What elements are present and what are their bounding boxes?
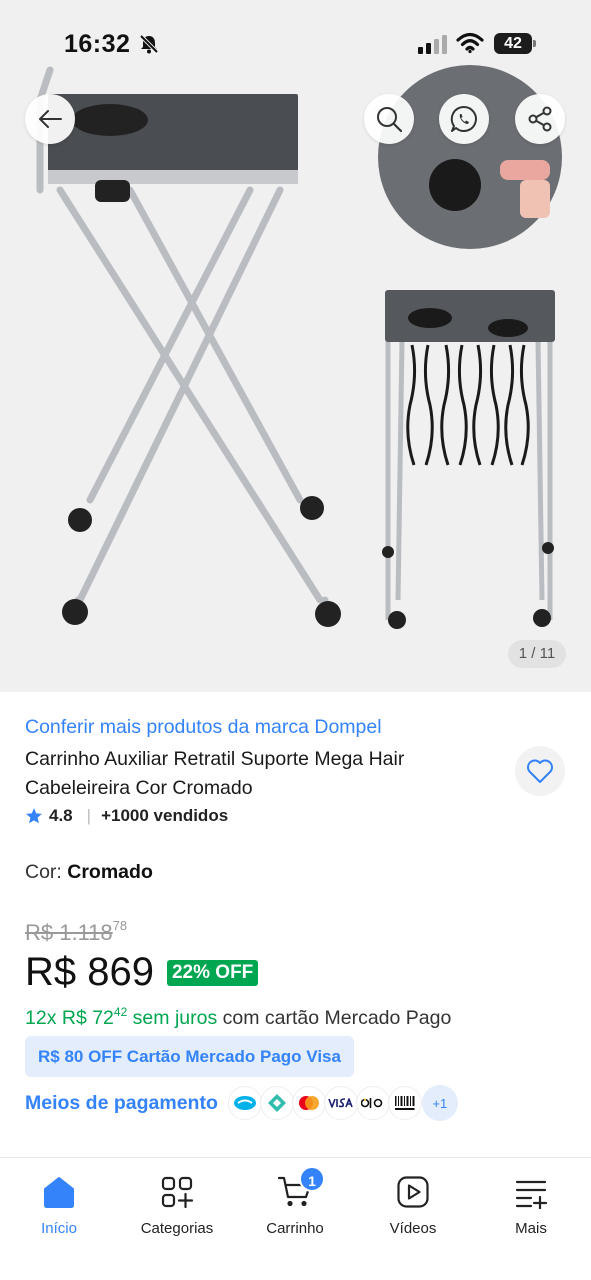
bell-muted-icon: [139, 34, 159, 54]
rating-row[interactable]: 4.8 | +1000 vendidos: [25, 806, 228, 826]
payment-methods-row[interactable]: Meios de pagamento +1: [25, 1084, 458, 1122]
installments-card: com cartão Mercado Pago: [217, 1007, 452, 1029]
card-promo-badge[interactable]: R$ 80 OFF Cartão Mercado Pago Visa: [25, 1036, 354, 1077]
menu-plus-icon: [515, 1180, 548, 1209]
installments-info: 12x R$ 7242 sem juros com cartão Mercado…: [25, 1005, 451, 1030]
share-button[interactable]: [515, 94, 565, 144]
color-value: Cromado: [67, 861, 153, 883]
boleto-icon: [387, 1086, 422, 1120]
mastercard-icon: [291, 1086, 326, 1120]
rating-value: 4.8: [49, 806, 73, 825]
nav-cart[interactable]: 1 Carrinho: [240, 1166, 350, 1237]
nav-videos[interactable]: Vídeos: [358, 1172, 468, 1237]
color-label: Cor:: [25, 861, 68, 883]
old-price: R$ 1.11878: [25, 918, 127, 946]
old-price-amount: R$ 1.118: [25, 920, 113, 945]
more-payment-methods-badge[interactable]: +1: [421, 1085, 458, 1121]
product-image: [36, 65, 562, 629]
brand-link[interactable]: Conferir mais produtos da marca Dompel: [25, 716, 382, 739]
visa-icon: [323, 1086, 358, 1120]
pix-icon: [259, 1086, 294, 1120]
elo-icon: [355, 1086, 390, 1120]
whatsapp-icon: [450, 105, 477, 132]
back-button[interactable]: [25, 94, 75, 144]
nav-cart-label: Carrinho: [266, 1220, 324, 1237]
product-title: Carrinho Auxiliar Retratil Suporte Mega …: [25, 748, 405, 799]
favorite-button[interactable]: [515, 746, 565, 796]
battery-icon: 42: [494, 33, 536, 54]
nav-home-label: Início: [41, 1220, 77, 1237]
heart-icon: [527, 759, 553, 783]
product-image-gallery[interactable]: 16:32 42 1 / 11: [0, 0, 591, 692]
installments-no-interest: sem juros: [127, 1007, 218, 1029]
bottom-navigation: Início Categorias 1 Carrinho Vídeos Mais: [0, 1157, 591, 1280]
play-icon: [397, 1176, 429, 1208]
home-icon: [44, 1177, 74, 1208]
cart-count-badge: 1: [299, 1166, 325, 1192]
mercado-pago-icon: [227, 1086, 262, 1120]
nav-categories-label: Categorias: [140, 1220, 214, 1237]
arrow-left-icon: [39, 110, 62, 128]
current-price: R$ 869: [25, 950, 154, 994]
star-icon: [26, 808, 42, 824]
search-icon: [377, 107, 403, 133]
search-button[interactable]: [364, 94, 414, 144]
nav-videos-label: Vídeos: [389, 1220, 437, 1237]
share-icon: [528, 106, 552, 132]
status-time: 16:32: [64, 30, 131, 58]
nav-more[interactable]: Mais: [476, 1172, 586, 1237]
wifi-icon: [456, 32, 484, 54]
color-selector[interactable]: Cor: Cromado: [25, 861, 153, 884]
signal-icon: [418, 35, 447, 54]
categories-icon: [161, 1176, 194, 1209]
status-bar: 16:32 42: [0, 0, 591, 88]
rating-divider: |: [86, 806, 92, 825]
payment-methods-link[interactable]: Meios de pagamento: [25, 1092, 218, 1115]
battery-level: 42: [504, 35, 522, 52]
whatsapp-share-button[interactable]: [439, 94, 489, 144]
installments-cents: 42: [113, 1005, 128, 1019]
price-row: R$ 869 22% OFF: [25, 950, 259, 995]
image-page-counter: 1 / 11: [508, 640, 566, 668]
nav-categories[interactable]: Categorias: [122, 1172, 232, 1237]
old-price-cents: 78: [112, 918, 128, 933]
sold-count: +1000 vendidos: [101, 806, 229, 825]
nav-more-label: Mais: [515, 1220, 547, 1237]
discount-badge: 22% OFF: [166, 959, 259, 986]
nav-home[interactable]: Início: [4, 1172, 114, 1237]
installments-amount: 12x R$ 72: [25, 1007, 114, 1029]
